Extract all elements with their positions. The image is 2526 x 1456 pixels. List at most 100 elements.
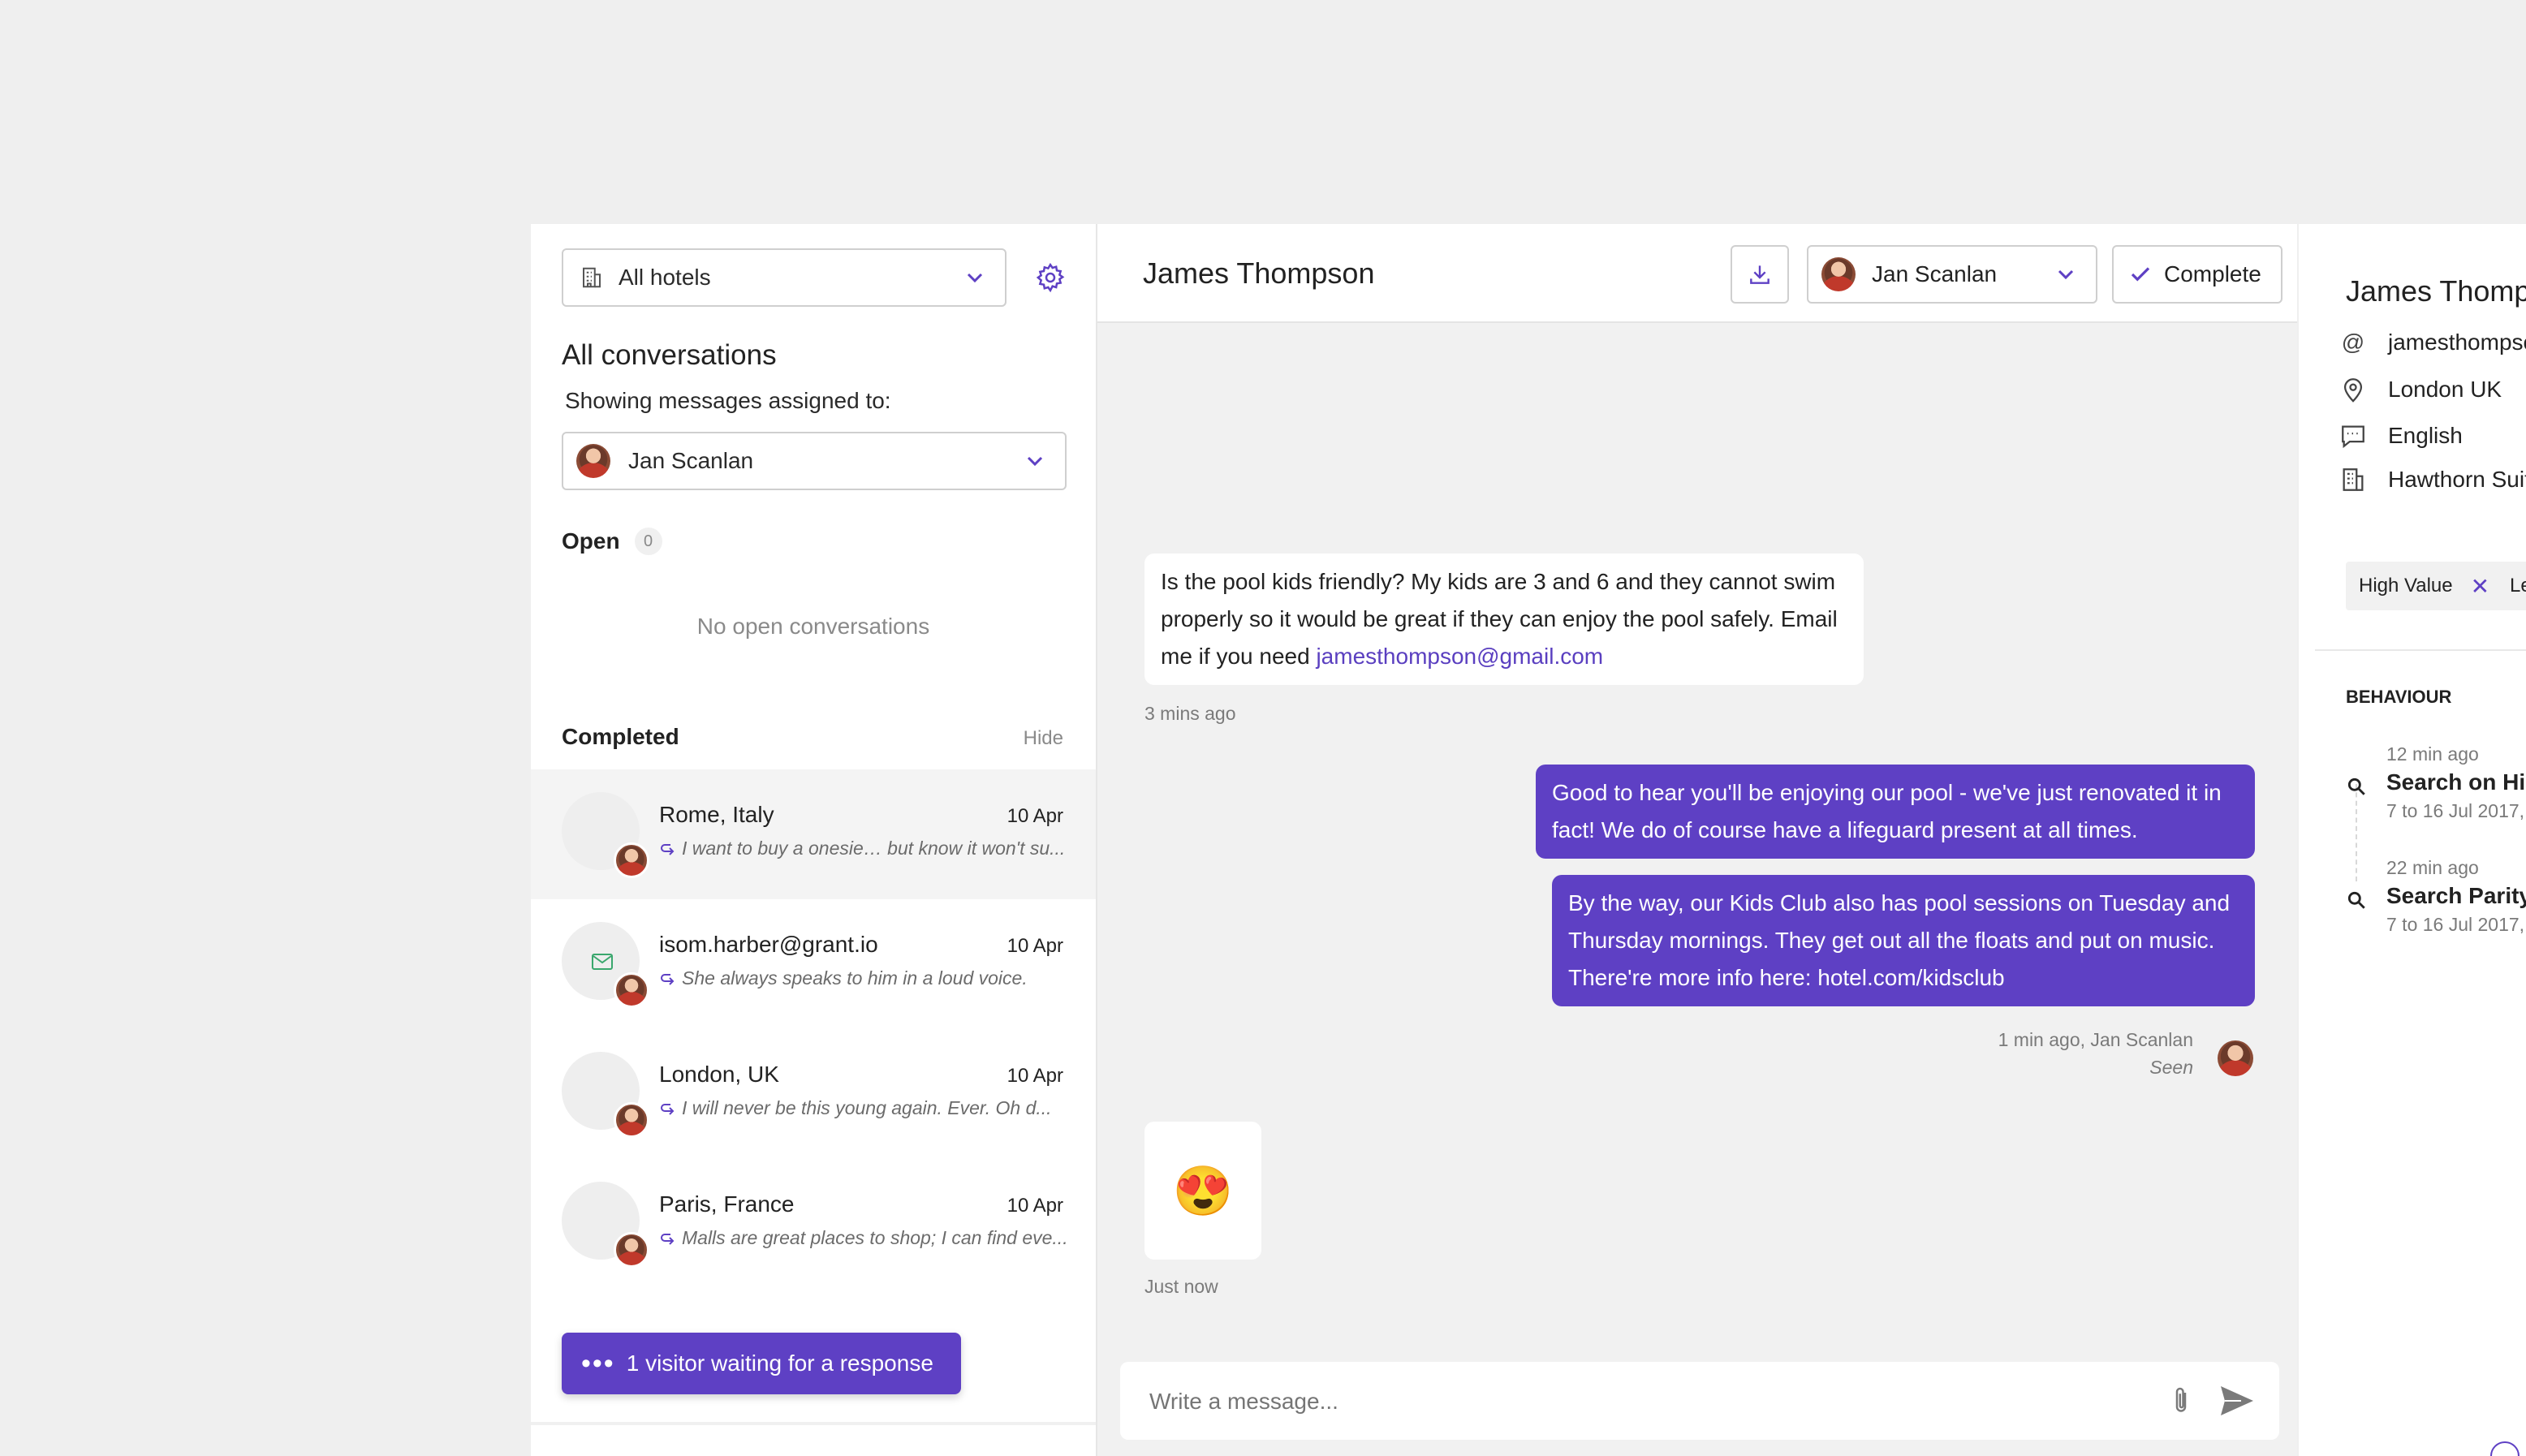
conversation-title: James Thompson (1143, 256, 1375, 290)
avatar (576, 444, 610, 478)
reply-icon (661, 1104, 675, 1115)
conversation-item[interactable]: London, UK 10 Apr I will never be this y… (531, 1029, 1096, 1159)
profile-hotel: Hawthorn Suites (2388, 467, 2526, 492)
assignee-select-value: Jan Scanlan (1872, 261, 1998, 286)
complete-button[interactable]: Complete (2112, 245, 2282, 304)
timeline-line (2356, 784, 2357, 881)
profile-language-row: English (2339, 422, 2463, 450)
conversation-date: 10 Apr (1007, 805, 1063, 827)
heart-eyes-emoji: 😍 (1172, 1163, 1234, 1218)
behaviour-dates: 7 to 16 Jul 2017, 2 (2386, 914, 2526, 935)
email-link[interactable]: jamesthompson@gmail.com (1316, 644, 1603, 669)
download-icon (1750, 265, 1769, 284)
download-button[interactable] (1731, 245, 1789, 304)
incoming-message: Is the pool kids friendly? My kids are 3… (1144, 554, 1864, 685)
conversation-item[interactable]: Rome, Italy 10 Apr I want to buy a onesi… (531, 769, 1096, 899)
reply-icon (661, 844, 675, 855)
conversations-sidebar: All hotels All conversations Showing mes… (531, 224, 1097, 1456)
visitor-waiting-label: 1 visitor waiting for a response (626, 1350, 933, 1376)
chevron-down-icon (2058, 269, 2074, 280)
completed-label: Completed (562, 724, 679, 749)
profile-email[interactable]: jamesthompson@gmail.com (2388, 330, 2526, 355)
tag-chip: High Value ✕ (2346, 562, 2503, 610)
emoji-message: 😍 (1144, 1122, 1261, 1260)
conversation-preview: I want to buy a onesie… but know it won'… (682, 838, 1066, 859)
empty-open-message: No open conversations (696, 614, 930, 639)
assignee-select[interactable]: Jan Scanlan (1807, 245, 2097, 304)
assigned-label: Showing messages assigned to: (565, 388, 891, 413)
visitor-waiting-button[interactable]: ••• 1 visitor waiting for a response (562, 1333, 961, 1394)
conversation-header: James Thompson Jan Scanlan Complete (1097, 224, 2297, 323)
complete-label: Complete (2164, 261, 2261, 286)
behaviour-dates: 7 to 16 Jul 2017, 2 (2386, 800, 2526, 821)
reply-icon (661, 1234, 675, 1245)
conversation-item[interactable]: Paris, France 10 Apr Malls are great pla… (531, 1159, 1096, 1289)
message-status: Seen (2149, 1057, 2193, 1078)
paperclip-icon[interactable] (2169, 1385, 2193, 1417)
assignee-dropdown[interactable]: Jan Scanlan (562, 432, 1067, 490)
chevron-down-icon (967, 273, 983, 283)
conversation-item[interactable]: isom.harber@grant.io 10 Apr She always s… (531, 899, 1096, 1029)
conversation-preview: I will never be this young again. Ever. … (682, 1097, 1052, 1118)
assignee-avatar (614, 842, 649, 878)
tag-chip: Le (2497, 562, 2526, 610)
page-title: All conversations (562, 339, 777, 371)
hotel-filter-dropdown[interactable]: All hotels (562, 248, 1007, 307)
divider (2315, 649, 2526, 651)
open-label: Open (562, 528, 620, 554)
chevron-down-icon (1027, 456, 1043, 467)
outgoing-message: By the way, our Kids Club also has pool … (1552, 875, 2255, 1006)
outgoing-message: Good to hear you'll be enjoying our pool… (1536, 765, 2255, 859)
at-icon: @ (2341, 330, 2365, 355)
more-dots-icon: ••• (581, 1348, 615, 1379)
message-timestamp: 1 min ago, Jan Scanlan (1998, 1029, 2193, 1050)
conversation-name: Rome, Italy (659, 802, 774, 827)
composer (1120, 1362, 2279, 1440)
message-timestamp: 3 mins ago (1144, 703, 1236, 724)
gear-icon[interactable] (1034, 261, 1067, 294)
send-icon[interactable] (2219, 1385, 2255, 1417)
reply-icon (661, 974, 675, 985)
conversation-date: 10 Apr (1007, 1065, 1063, 1087)
message-timestamp: Just now (1144, 1276, 1218, 1297)
avatar (1821, 257, 1856, 291)
envelope-icon (592, 954, 613, 970)
search-icon (2347, 778, 2365, 795)
profile-email-row: @ jamesthompson@gmail.com (2339, 330, 2526, 355)
info-circle-icon (2490, 1441, 2520, 1456)
conversation-date: 10 Apr (1007, 935, 1063, 957)
hotel-filter-value: All hotels (619, 265, 711, 290)
behaviour-title: BEHAVIOUR (2346, 687, 2452, 707)
assignee-avatar (614, 1102, 649, 1138)
conversation-preview: Malls are great places to shop; I can fi… (682, 1227, 1068, 1248)
behaviour-time: 12 min ago (2386, 743, 2479, 765)
conversation-date: 10 Apr (1007, 1195, 1063, 1217)
building-icon (2343, 468, 2364, 491)
profile-hotel-row: Hawthorn Suites (2339, 466, 2526, 493)
assignee-value: Jan Scanlan (628, 448, 754, 473)
message-input[interactable] (1148, 1380, 2141, 1424)
assignee-avatar (614, 1232, 649, 1268)
close-icon[interactable]: ✕ (2471, 573, 2489, 600)
profile-language: English (2388, 423, 2463, 448)
behaviour-title-text: Search on Hilton (2386, 769, 2526, 795)
tag-label: High Value (2359, 575, 2453, 597)
behaviour-title-text: Search Parity P (2386, 883, 2526, 908)
search-icon (2347, 891, 2365, 909)
assignee-avatar (614, 972, 649, 1008)
profile-panel: James Thompson @ jamesthompson@gmail.com… (2299, 224, 2526, 1456)
hide-link[interactable]: Hide (1024, 727, 1063, 750)
location-pin-icon (2343, 378, 2363, 403)
message-thread: Is the pool kids friendly? My kids are 3… (1097, 323, 2297, 1456)
conversation-name: Paris, France (659, 1191, 795, 1217)
profile-location-row: London UK (2339, 375, 2502, 404)
check-icon (2131, 267, 2150, 282)
profile-location: London UK (2388, 377, 2502, 402)
tag-label: Le (2510, 575, 2526, 597)
avatar (2218, 1040, 2253, 1076)
profile-name: James Thompson (2346, 274, 2526, 308)
open-count-badge: 0 (634, 528, 662, 555)
conversation-name: isom.harber@grant.io (659, 932, 878, 957)
open-section-header: Open 0 (562, 528, 662, 555)
conversation-name: London, UK (659, 1062, 779, 1087)
